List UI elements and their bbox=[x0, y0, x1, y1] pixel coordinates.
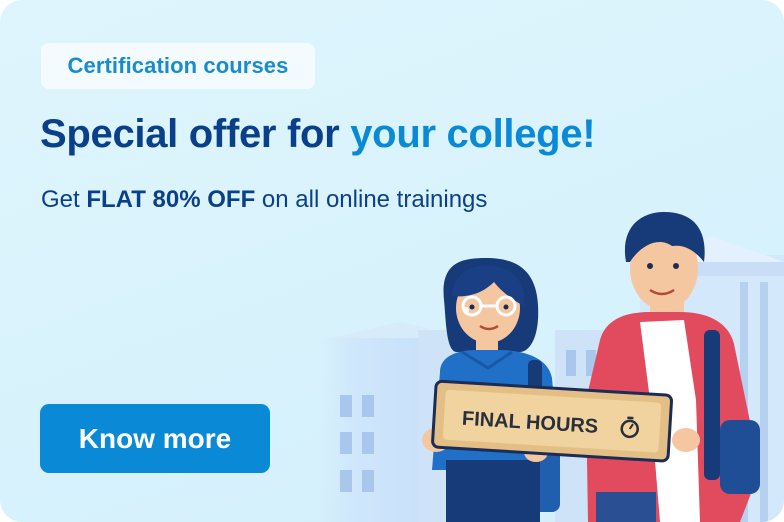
final-hours-sign: FINAL HOURS bbox=[431, 379, 673, 463]
promo-banner[interactable]: Certification courses Special offer for … bbox=[0, 0, 784, 522]
subline-prefix: Get bbox=[41, 186, 87, 213]
discount-text: FLAT 80% OFF bbox=[86, 186, 256, 213]
headline: Special offer for your college! bbox=[40, 112, 596, 157]
headline-highlight: your college! bbox=[350, 112, 596, 156]
category-badge: Certification courses bbox=[41, 43, 315, 89]
students-illustration: FINAL HOURS bbox=[320, 212, 784, 522]
headline-text: Special offer for bbox=[40, 112, 351, 156]
know-more-button[interactable]: Know more bbox=[40, 404, 270, 473]
